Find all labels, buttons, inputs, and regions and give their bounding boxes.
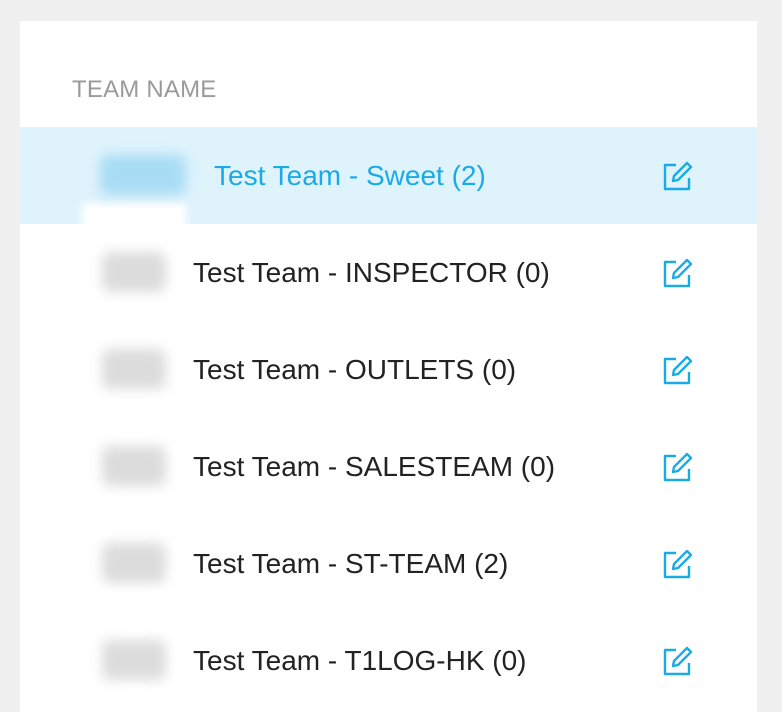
avatar bbox=[82, 224, 186, 321]
team-name-label[interactable]: Test Team - ST-TEAM (2) bbox=[193, 548, 508, 580]
team-list: Test Team - Sweet (2) Test Team - INSPEC… bbox=[20, 127, 757, 709]
blurred-avatar-icon bbox=[102, 543, 166, 583]
edit-icon bbox=[663, 161, 693, 191]
edit-team-button[interactable] bbox=[660, 257, 694, 291]
team-list-panel: TEAM NAME Test Team - Sweet (2) Test Tea… bbox=[20, 21, 757, 712]
blurred-avatar-icon bbox=[102, 252, 166, 292]
team-name-label[interactable]: Test Team - INSPECTOR (0) bbox=[193, 257, 550, 289]
blurred-avatar-icon bbox=[102, 349, 166, 389]
edit-team-button[interactable] bbox=[660, 645, 694, 679]
team-name-label[interactable]: Test Team - SALESTEAM (0) bbox=[193, 451, 555, 483]
team-name-label[interactable]: Test Team - OUTLETS (0) bbox=[193, 354, 516, 386]
blurred-avatar-icon bbox=[102, 640, 166, 680]
table-row[interactable]: Test Team - INSPECTOR (0) bbox=[20, 224, 757, 321]
team-name-label[interactable]: Test Team - Sweet (2) bbox=[214, 160, 486, 192]
avatar bbox=[82, 321, 186, 418]
avatar bbox=[82, 418, 186, 515]
blurred-avatar-icon bbox=[102, 446, 166, 486]
avatar bbox=[82, 612, 186, 709]
avatar bbox=[82, 515, 186, 612]
table-row[interactable]: Test Team - ST-TEAM (2) bbox=[20, 515, 757, 612]
edit-icon bbox=[663, 355, 693, 385]
edit-team-button[interactable] bbox=[660, 354, 694, 388]
table-row[interactable]: Test Team - SALESTEAM (0) bbox=[20, 418, 757, 515]
edit-icon bbox=[663, 258, 693, 288]
edit-icon bbox=[663, 646, 693, 676]
table-row[interactable]: Test Team - OUTLETS (0) bbox=[20, 321, 757, 418]
table-row[interactable]: Test Team - Sweet (2) bbox=[20, 127, 757, 243]
edit-team-button[interactable] bbox=[660, 548, 694, 582]
edit-icon bbox=[663, 452, 693, 482]
edit-team-button[interactable] bbox=[660, 160, 694, 194]
team-name-column-header: TEAM NAME bbox=[72, 76, 217, 103]
team-name-label[interactable]: Test Team - T1LOG-HK (0) bbox=[193, 645, 527, 677]
table-row[interactable]: Test Team - T1LOG-HK (0) bbox=[20, 612, 757, 709]
blurred-avatar-icon bbox=[100, 155, 186, 195]
edit-icon bbox=[663, 549, 693, 579]
avatar bbox=[82, 127, 208, 224]
edit-team-button[interactable] bbox=[660, 451, 694, 485]
